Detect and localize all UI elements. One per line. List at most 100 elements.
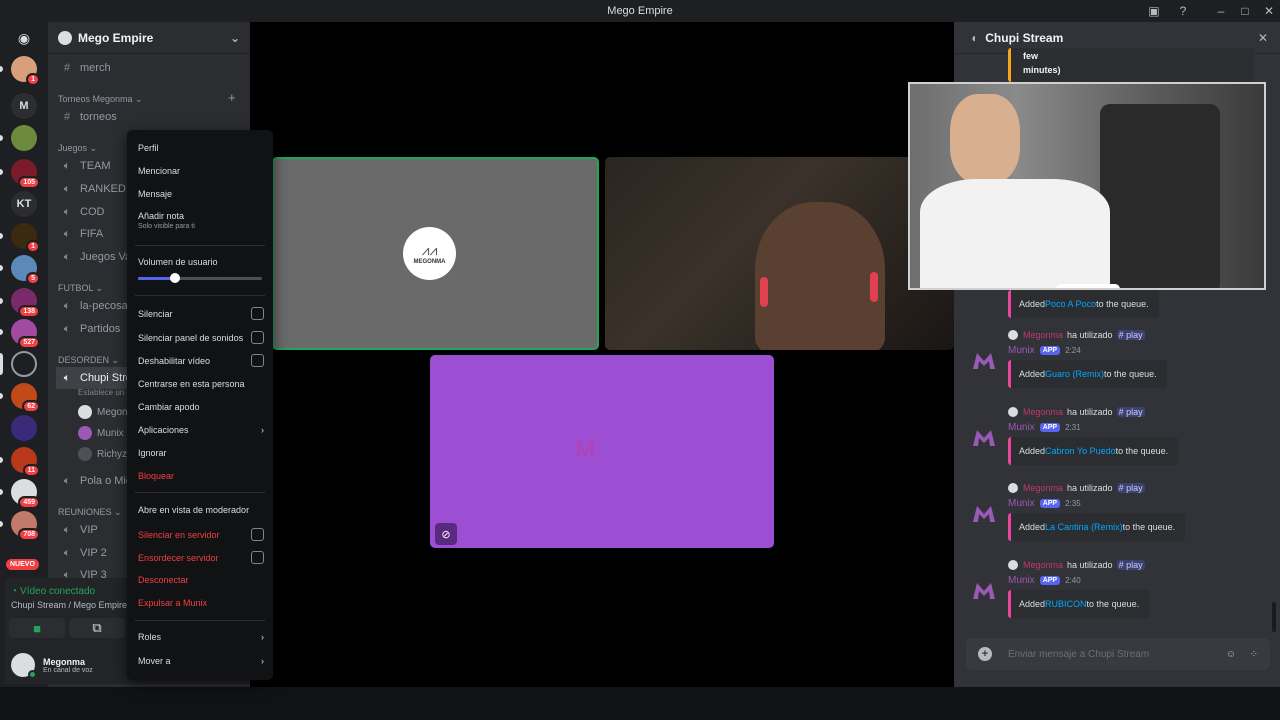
server-icon[interactable]: 459 [11,479,40,509]
menu-item-ignore[interactable]: Ignorar [138,448,264,458]
video-tile-munix[interactable]: ᴍ ⊘ [430,355,774,548]
menu-item-mute[interactable]: Silenciar [138,307,264,320]
munix-avatar-icon[interactable] [970,347,998,375]
server-icon[interactable]: 1 [11,223,40,253]
streamer-face [950,94,1020,184]
server-icon[interactable]: M [11,93,37,119]
author-name[interactable]: Munix [1008,422,1035,433]
menu-item-change-nickname[interactable]: Cambiar apodo [138,402,264,412]
chat-message: Megonma ha utilizado # play Munix APP 2:40 Add… [954,557,1280,633]
voice-member[interactable]: Richyz [78,447,127,461]
avatar [1008,407,1018,417]
reply-reference[interactable]: Megonma ha utilizado # play [1008,560,1145,570]
checkbox[interactable] [251,551,264,564]
server-icon[interactable]: 5 [11,255,40,285]
add-attachment-icon[interactable]: + [978,647,992,661]
headset-light-icon [760,277,768,307]
popout-stream-video[interactable] [908,82,1266,290]
menu-item-server-mute[interactable]: Silenciar en servidor [138,528,264,541]
menu-item-message[interactable]: Mensaje [138,189,264,199]
menu-item-roles[interactable]: Roles › [138,632,264,642]
voice-status[interactable]: ◔ Vídeo conectado [11,586,95,597]
server-icon[interactable]: 105 [11,159,40,189]
emoji-icon[interactable]: ☺ [1226,649,1236,660]
server-icon[interactable]: 62 [11,383,40,413]
channel-torneos[interactable]: # torneos [56,106,242,128]
add-channel-icon[interactable]: + [228,90,236,105]
speaker-icon: 🔈︎ [63,299,71,312]
server-icon-selected[interactable] [11,351,37,377]
checkbox[interactable] [251,528,264,541]
server-icon[interactable]: 527 [11,319,40,349]
inbox-icon[interactable]: ▣ [1142,0,1166,22]
scrollbar[interactable] [1272,602,1276,632]
menu-item-block[interactable]: Bloquear [138,471,264,481]
category-juegos[interactable]: Juegos ⌄ [58,143,97,154]
volume-slider-handle[interactable] [170,273,181,283]
category-torneos[interactable]: Torneos Megonma ⌄ [58,94,143,105]
menu-item-apps[interactable]: Aplicaciones › [138,425,264,435]
avatar[interactable] [11,653,37,679]
category-futbol[interactable]: FUTBOL ⌄ [58,283,103,294]
video-stage: ⩘⩘ MEGONMA ᴍ ⊘ [250,22,954,687]
munix-avatar-icon[interactable] [970,424,998,452]
voice-member[interactable]: Munix [78,426,124,440]
resize-handle[interactable] [1056,284,1120,288]
mountain-icon: ⩘⩘ [421,242,438,258]
video-tile-megonma[interactable]: ⩘⩘ MEGONMA [272,157,599,350]
video-tile-camera[interactable] [605,157,954,350]
category-reuniones[interactable]: REUNIONES ⌄ [58,507,122,518]
server-icon[interactable] [11,125,37,151]
menu-item-kick[interactable]: Expulsar a Munix [138,598,264,608]
checkbox[interactable] [251,354,264,367]
server-icon[interactable]: 708 [11,511,40,541]
discord-home-icon[interactable]: ◉ [11,25,37,51]
camera-button[interactable]: ■ [9,618,65,638]
apps-icon[interactable]: ⁘ [1250,649,1258,660]
menu-item-disconnect[interactable]: Desconectar [138,575,264,585]
menu-item-moderator-view[interactable]: Abre en vista de moderador [138,505,264,515]
author-name[interactable]: Munix [1008,575,1035,586]
checkbox[interactable] [251,331,264,344]
message-input[interactable]: + Enviar mensaje a Chupi Stream ☺ ⁘ [966,638,1270,670]
menu-item-server-deafen[interactable]: Ensordecer servidor [138,551,264,564]
author-name[interactable]: Munix [1008,345,1035,356]
server-icon[interactable]: 138 [11,288,40,318]
server-icon[interactable]: KT [11,191,37,217]
menu-item-mute-soundboard[interactable]: Silenciar panel de sonidos [138,331,264,344]
menu-item-focus-person[interactable]: Centrarse en esta persona [138,379,264,389]
unread-pip [0,265,3,271]
voice-member[interactable]: Megon [78,405,128,419]
voice-status-hint[interactable]: Establece un e [78,388,131,397]
menu-item-move-to[interactable]: Mover a › [138,656,264,666]
server-icon[interactable]: 1 [11,56,40,86]
maximize-icon[interactable]: □ [1233,0,1257,22]
server-header[interactable]: Mego Empire ⌄ [48,22,250,54]
menu-item-add-note[interactable]: Añadir nota Solo visible para ti [138,211,264,230]
menu-item-disable-video[interactable]: Deshabilitar vídeo [138,354,264,367]
menu-item-profile[interactable]: Perfil [138,143,264,153]
checkbox[interactable] [251,307,264,320]
screen-share-button[interactable]: ⧉ [69,618,125,638]
author-name[interactable]: Munix [1008,498,1035,509]
minimize-icon[interactable]: – [1209,0,1233,22]
munix-avatar-icon[interactable] [970,500,998,528]
reply-reference[interactable]: Megonma ha utilizado # play [1008,407,1145,417]
server-icon[interactable]: 11 [11,447,40,477]
new-badge[interactable]: NUEVO [6,559,39,570]
help-icon[interactable]: ? [1171,0,1195,22]
munix-avatar-icon[interactable] [970,577,998,605]
channel-merch[interactable]: # merch [56,57,242,79]
reply-reference[interactable]: Megonma ha utilizado # play [1008,330,1145,340]
category-desorden[interactable]: DESORDEN ⌄ [58,355,119,366]
timestamp: 2:24 [1065,346,1081,355]
close-icon[interactable]: ✕ [1257,0,1280,22]
server-icon[interactable] [11,415,37,441]
volume-slider[interactable] [138,273,262,283]
voice-location[interactable]: Chupi Stream / Mego Empire [11,600,127,610]
menu-item-mention[interactable]: Mencionar [138,166,264,176]
hide-video-icon[interactable]: ⊘ [435,523,457,545]
chevron-right-icon: › [261,632,264,642]
reply-reference[interactable]: Megonma ha utilizado # play [1008,483,1145,493]
close-chat-icon[interactable]: ✕ [1258,31,1268,45]
